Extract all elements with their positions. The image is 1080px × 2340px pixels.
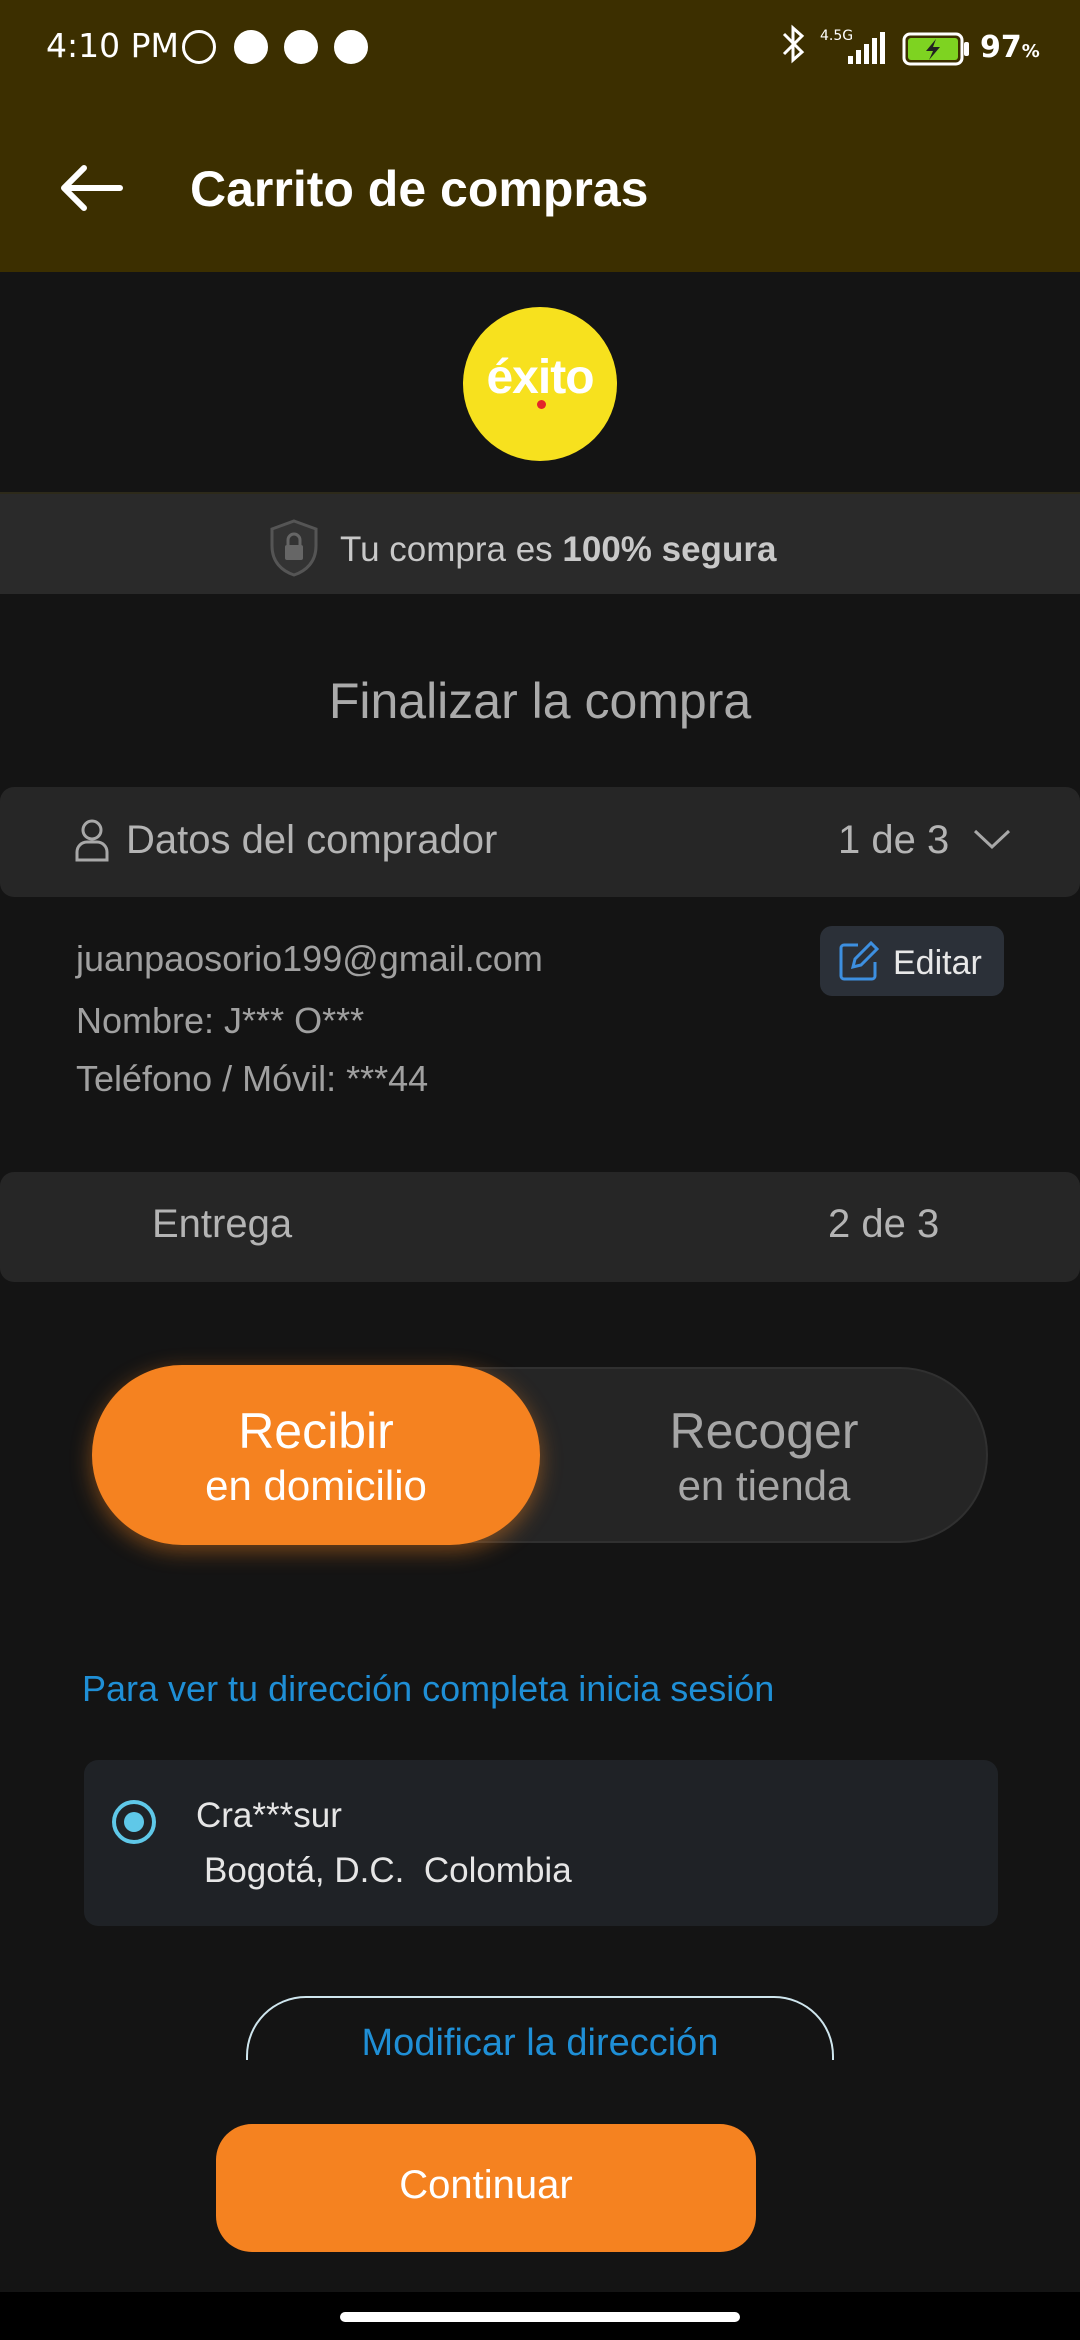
edit-icon [838,940,880,986]
shield-lock-icon [268,518,320,582]
chevron-down-icon[interactable] [972,826,1012,856]
logo-text: éxito [486,351,594,404]
address-line2: Bogotá, D.C. Colombia [204,1851,572,1890]
address-card[interactable] [84,1760,998,1926]
store-pickup-option[interactable]: Recoger en tienda [540,1367,988,1543]
radio-selected-dot [124,1812,144,1832]
app-icon [334,30,368,64]
home-indicator[interactable] [340,2312,740,2322]
buyer-section-step: 1 de 3 [838,818,950,862]
checkout-heading: Finalizar la compra [328,673,752,729]
bluetooth-icon [780,24,808,72]
alarm-icon [182,30,216,64]
logo-dot [537,400,546,409]
home-delivery-line2: en domicilio [205,1462,427,1509]
secure-text: Tu compra es 100% segura [340,530,777,569]
app-icon [234,30,268,64]
page-title: Carrito de compras [190,161,649,217]
address-line1: Cra***sur [196,1796,342,1835]
modify-address-label: Modificar la dirección [361,2022,719,2060]
delivery-section-label: Entrega [152,1202,293,1246]
buyer-email: juanpaosorio199@gmail.com [76,938,543,979]
signal-icon [846,30,890,70]
login-link[interactable]: Para ver tu dirección completa inicia se… [82,1668,774,1710]
back-button[interactable] [56,160,126,216]
status-time: 4:10 PM [46,26,179,65]
edit-label: Editar [893,944,982,982]
store-pickup-line2: en tienda [677,1462,851,1509]
app-icon [284,30,318,64]
delivery-section-step: 2 de 3 [828,1202,940,1246]
battery-level: 97% [980,30,1040,65]
arrow-left-icon [61,165,123,211]
buyer-phone: Teléfono / Móvil: ***44 [76,1058,429,1099]
battery-charging-icon [902,32,972,70]
user-icon [74,818,110,866]
buyer-name: Nombre: J*** O*** [76,1000,365,1041]
home-delivery-line1: Recibir [238,1403,394,1459]
buyer-section-label: Datos del comprador [126,818,498,862]
status-bar: 4:10 PM 4.5G 97% [0,0,1080,100]
store-pickup-line1: Recoger [669,1403,859,1459]
continue-label: Continuar [399,2163,573,2207]
